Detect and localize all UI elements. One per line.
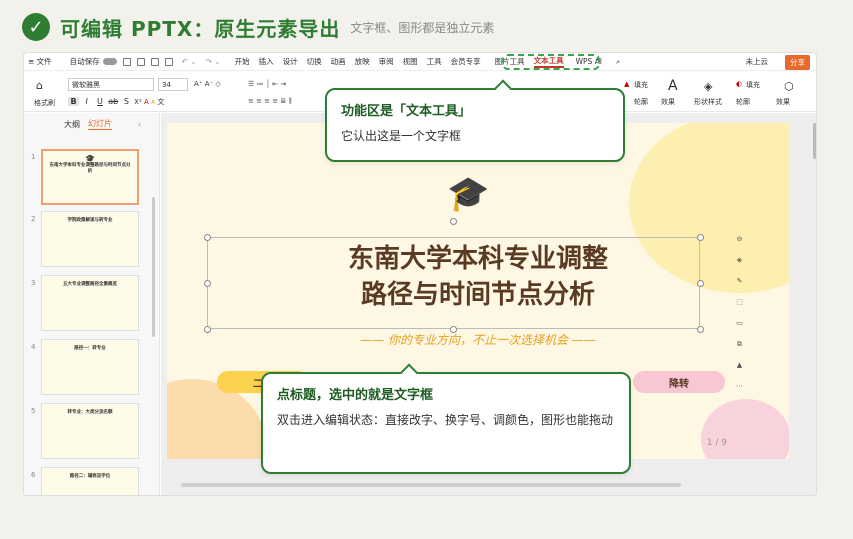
thumb-number: 2 xyxy=(31,215,36,223)
crop-icon[interactable]: ⧉ xyxy=(733,338,746,351)
slide-thumb-3[interactable]: 五大专业调整路径全景概览 xyxy=(41,275,139,331)
menu-review[interactable]: 审阅 xyxy=(379,56,394,67)
format-painter-icon[interactable]: ⌂ xyxy=(36,79,43,92)
thumb-number: 5 xyxy=(31,407,36,415)
menu-bar: ≡ 文件 自动保存 ↶ ⌄ ↷ ⌄ 开始 插入 设计 切换 动画 放映 审阅 视… xyxy=(24,53,816,71)
ai-icon[interactable]: ▲ xyxy=(733,359,746,372)
shape-fill-label[interactable]: 填充 xyxy=(746,80,760,90)
shape-outline-label[interactable]: 轮廓 xyxy=(736,97,750,107)
resize-handle[interactable] xyxy=(204,234,211,241)
horizontal-scrollbar[interactable] xyxy=(181,483,681,487)
page-indicator: 1 / 9 xyxy=(706,438,727,448)
fill-label[interactable]: 填充 xyxy=(634,80,648,90)
sidebar-scrollbar[interactable] xyxy=(152,197,155,337)
vertical-scrollbar[interactable] xyxy=(813,123,816,159)
thumb-number: 3 xyxy=(31,279,36,287)
slide-thumb-6[interactable]: 路径二：辅修双学位 xyxy=(41,467,139,495)
export-icon[interactable] xyxy=(136,57,145,66)
callout-body: 它认出这是一个文字框 xyxy=(341,129,462,143)
menu-animation[interactable]: 动画 xyxy=(331,56,346,67)
rotate-handle[interactable] xyxy=(450,218,457,225)
list-icons[interactable]: ☰ ≔ │ ⇤ ⇥ xyxy=(248,80,286,88)
check-icon: ✓ xyxy=(22,13,50,41)
header: ✓ 可编辑 PPTX：原生元素导出 文字框、图形都是独立元素 xyxy=(22,11,494,43)
slide-thumb-2[interactable]: 学院政策解读与转专业 xyxy=(41,211,139,267)
callout-title: 功能区是「文本工具」 xyxy=(341,104,472,119)
menu-file[interactable]: ≡ 文件 xyxy=(28,56,52,67)
redo-icon[interactable]: ↷ ⌄ xyxy=(206,57,221,66)
pen-icon[interactable]: ✎ xyxy=(733,275,746,288)
slide-thumb-1[interactable]: 🎓 东南大学本科专业调整路径与时间节点分析 xyxy=(41,149,139,205)
align-icons[interactable]: ≡ ≡ ≡ ≡ ≣ ⫼ xyxy=(248,97,292,106)
shape-style-icon[interactable]: ◈ xyxy=(704,80,712,93)
menu-view[interactable]: 视图 xyxy=(403,56,418,67)
slide-title[interactable]: 东南大学本科专业调整 路径与时间节点分析 xyxy=(167,241,789,313)
autosave-label: 自动保存 xyxy=(69,57,100,66)
path-pill-2[interactable]: 降转 xyxy=(633,371,725,393)
print-icon[interactable] xyxy=(150,57,159,66)
effect-label[interactable]: 效果 xyxy=(661,97,675,107)
menu-insert[interactable]: 插入 xyxy=(259,56,274,67)
outline-icon[interactable]: ▭ xyxy=(733,317,746,330)
cloud-status[interactable]: 未上云 xyxy=(746,56,769,67)
text-effect-icon[interactable]: A xyxy=(668,78,678,94)
thumb-number: 4 xyxy=(31,343,36,351)
header-subtitle: 文字框、图形都是独立元素 xyxy=(350,20,495,35)
slide-thumb-4[interactable]: 路径一：转专业 xyxy=(41,339,139,395)
decor-circle xyxy=(701,399,789,459)
callout-text-tool: 功能区是「文本工具」 它认出这是一个文字框 xyxy=(325,79,625,162)
menu-home[interactable]: 开始 xyxy=(235,56,250,67)
menu-tools[interactable]: 工具 xyxy=(427,56,442,67)
fill-icon[interactable]: ▲ xyxy=(624,80,629,88)
menu-design[interactable]: 设计 xyxy=(283,56,298,67)
collapse-icon[interactable]: ‹ xyxy=(138,120,141,129)
callout-title: 点标题，选中的就是文字框 xyxy=(277,388,434,403)
preview-icon[interactable] xyxy=(164,57,173,66)
shape-fill-icon[interactable]: ◐ xyxy=(736,80,742,88)
float-toolbar: ⊖ ◈ ✎ ⬚ ▭ ⧉ ▲ ⋯ xyxy=(733,233,747,401)
shape-effect-label[interactable]: 效果 xyxy=(776,97,790,107)
slide-subtitle[interactable]: —— 你的专业方向，不止一次选择机会 —— xyxy=(167,331,789,348)
layers-icon[interactable]: ◈ xyxy=(733,254,746,267)
format-painter-label: 格式刷 xyxy=(34,99,55,107)
callout-title-select: 点标题，选中的就是文字框 双击进入编辑状态：直接改字、换字号、调颜色，图形也能拖… xyxy=(261,363,631,474)
thumb-number: 6 xyxy=(31,471,36,479)
header-title: 可编辑 PPTX：原生元素导出 xyxy=(60,16,341,41)
shape-icon[interactable]: ⬚ xyxy=(733,296,746,309)
share-button[interactable]: 分享 xyxy=(785,55,810,70)
thumb-number: 1 xyxy=(31,153,36,161)
autosave-toggle[interactable] xyxy=(102,58,117,65)
tab-outline[interactable]: 大纲 xyxy=(64,119,80,130)
font-family-select[interactable]: 微软雅黑 xyxy=(68,78,154,91)
shape-style-label[interactable]: 形状样式 xyxy=(694,97,722,107)
minus-icon[interactable]: ⊖ xyxy=(733,233,746,246)
search-icon[interactable]: ⌕ xyxy=(616,57,620,67)
more-icon[interactable]: ⋯ xyxy=(733,380,746,393)
3d-icon[interactable]: ⬡ xyxy=(784,80,794,93)
menu-transition[interactable]: 切换 xyxy=(307,56,322,67)
tab-slides[interactable]: 幻灯片 xyxy=(88,118,112,130)
slide-panel: 大纲 幻灯片 ‹ 1 🎓 东南大学本科专业调整路径与时间节点分析 2 学院政策解读… xyxy=(24,113,160,495)
resize-handle[interactable] xyxy=(697,234,704,241)
slide-thumb-5[interactable]: 转专业：大类分流名额 xyxy=(41,403,139,459)
graduation-cap-icon[interactable]: 🎓 xyxy=(447,177,489,211)
highlight-dashed-box xyxy=(502,54,600,70)
menu-member[interactable]: 会员专享 xyxy=(451,56,481,67)
callout-body: 双击进入编辑状态：直接改字、换字号、调颜色，图形也能拖动 xyxy=(277,413,614,427)
save-icon[interactable] xyxy=(122,57,131,66)
outline-label[interactable]: 轮廓 xyxy=(634,97,648,107)
font-size-increase-icon[interactable]: A⁺ A⁻ ◇ xyxy=(194,80,221,88)
font-size-select[interactable]: 34 xyxy=(158,78,188,91)
font-style-icons[interactable]: B I U ab S X² A ᴀ 文 xyxy=(68,97,164,107)
menu-slideshow[interactable]: 放映 xyxy=(355,56,370,67)
undo-icon[interactable]: ↶ ⌄ xyxy=(182,57,197,66)
